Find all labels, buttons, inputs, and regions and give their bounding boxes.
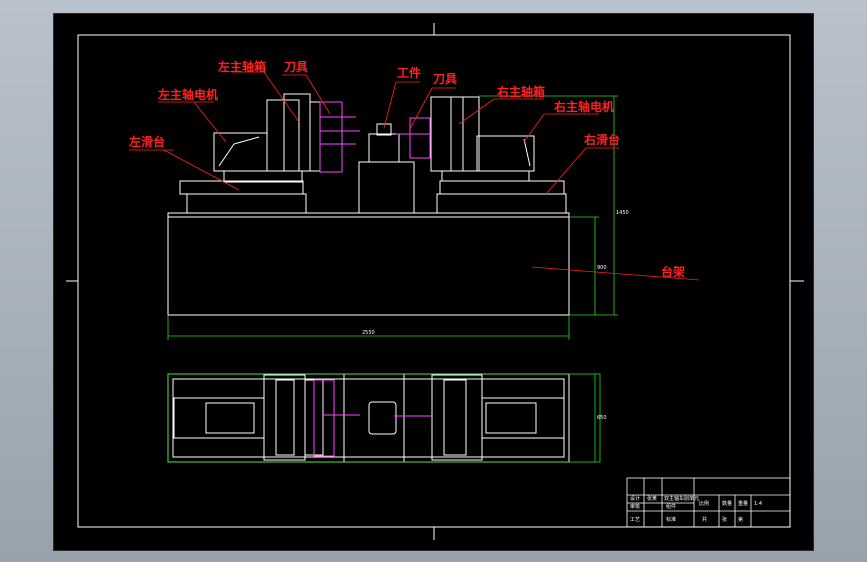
right-slide-table xyxy=(441,170,530,182)
tb-scale-label: 比例 xyxy=(699,500,709,507)
leader-left-slide xyxy=(163,149,240,191)
right-motor-detail xyxy=(523,138,531,167)
leader-left-spindle-box xyxy=(263,71,300,123)
plan-left-spindle-inner xyxy=(275,379,295,456)
plan-right-motor xyxy=(481,397,565,439)
plan-right-motor-inner xyxy=(485,402,537,434)
label-right-spindle-box: 右主轴箱 xyxy=(496,84,545,99)
tb-designer-name: 张某 xyxy=(647,495,657,502)
right-spindle-box-part-b xyxy=(450,96,480,172)
plan-left-motor-inner xyxy=(205,402,255,434)
dim-plan-width: 650 xyxy=(597,415,607,421)
left-motor-detail-2 xyxy=(233,136,260,145)
tb-designer-label: 设计 xyxy=(630,495,640,502)
tb-page-label: 第 xyxy=(738,516,743,523)
left-spindle-box-part-c xyxy=(309,101,321,172)
tb-assembly: 组件 xyxy=(666,503,676,510)
workpiece xyxy=(376,123,392,136)
center-stand xyxy=(358,161,415,214)
drawing-sheet: 2550 900 1450 左主轴箱 刀具 工件 刀具 左主轴电机 右主轴箱 右… xyxy=(53,13,814,551)
label-left-spindle-box: 左主轴箱 xyxy=(217,59,266,74)
label-right-slide: 右滑台 xyxy=(583,132,620,147)
right-slide-rail xyxy=(439,180,565,195)
label-tool-right: 刀具 xyxy=(433,72,457,86)
label-frame: 台架 xyxy=(661,264,685,279)
leader-right-slide xyxy=(545,147,587,195)
left-motor-detail xyxy=(218,143,235,167)
left-slide-rail xyxy=(179,180,304,195)
leader-left-motor xyxy=(193,101,227,143)
tb-qty-label: 数量 xyxy=(722,500,732,507)
label-workpiece: 工件 xyxy=(397,65,421,80)
left-slide-table xyxy=(223,170,303,183)
workpiece-chuck xyxy=(368,133,400,163)
leader-tool-right xyxy=(409,87,433,130)
right-slide-base xyxy=(436,193,567,214)
right-spindle-box-part-a xyxy=(430,96,464,172)
tb-weight-label: 重量 xyxy=(738,500,748,507)
plan-right-spindle-inner xyxy=(443,379,467,456)
tb-total-label: 共 xyxy=(702,516,707,523)
leader-right-spindle-box xyxy=(458,98,495,125)
dim-frame-height: 900 xyxy=(597,265,607,271)
tb-process-label: 工艺 xyxy=(630,517,640,523)
dim-overall-length: 2550 xyxy=(362,330,375,336)
plan-width-extent xyxy=(167,373,601,463)
tb-sheet-label: 张 xyxy=(722,516,727,523)
label-right-spindle-motor: 右主轴电机 xyxy=(553,99,614,114)
plan-left-spindle-box xyxy=(263,374,306,461)
tb-title: 双主轴车削单元 xyxy=(664,495,699,502)
tb-scale-value: 1:4 xyxy=(754,501,762,507)
frame-body xyxy=(167,212,570,316)
dimensions-plan xyxy=(167,373,601,463)
right-spindle-motor-body xyxy=(476,135,535,172)
plan-right-spindle-box xyxy=(431,374,483,461)
label-tool-left: 刀具 xyxy=(284,60,308,74)
plan-left-tool-holder xyxy=(313,379,335,457)
plan-left-motor xyxy=(173,397,265,439)
plan-view xyxy=(167,373,570,463)
dim-total-height: 1450 xyxy=(616,210,629,216)
inner-border xyxy=(77,34,791,528)
tb-review-label: 审核 xyxy=(630,503,640,510)
label-left-slide: 左滑台 xyxy=(128,134,165,149)
left-tool-holder xyxy=(319,101,343,173)
tb-standard-label: 标准 xyxy=(666,516,676,523)
cad-drawing: 2550 900 1450 左主轴箱 刀具 工件 刀具 左主轴电机 右主轴箱 右… xyxy=(66,23,804,540)
label-left-spindle-motor: 左主轴电机 xyxy=(157,87,218,102)
leader-workpiece xyxy=(383,81,397,129)
left-spindle-motor-body xyxy=(213,132,268,172)
left-spindle-box-part-a xyxy=(266,99,300,172)
tools-plan xyxy=(313,379,432,457)
left-slide-base xyxy=(186,193,307,214)
plan-workpiece-chuck xyxy=(368,401,397,435)
front-view xyxy=(167,93,570,316)
